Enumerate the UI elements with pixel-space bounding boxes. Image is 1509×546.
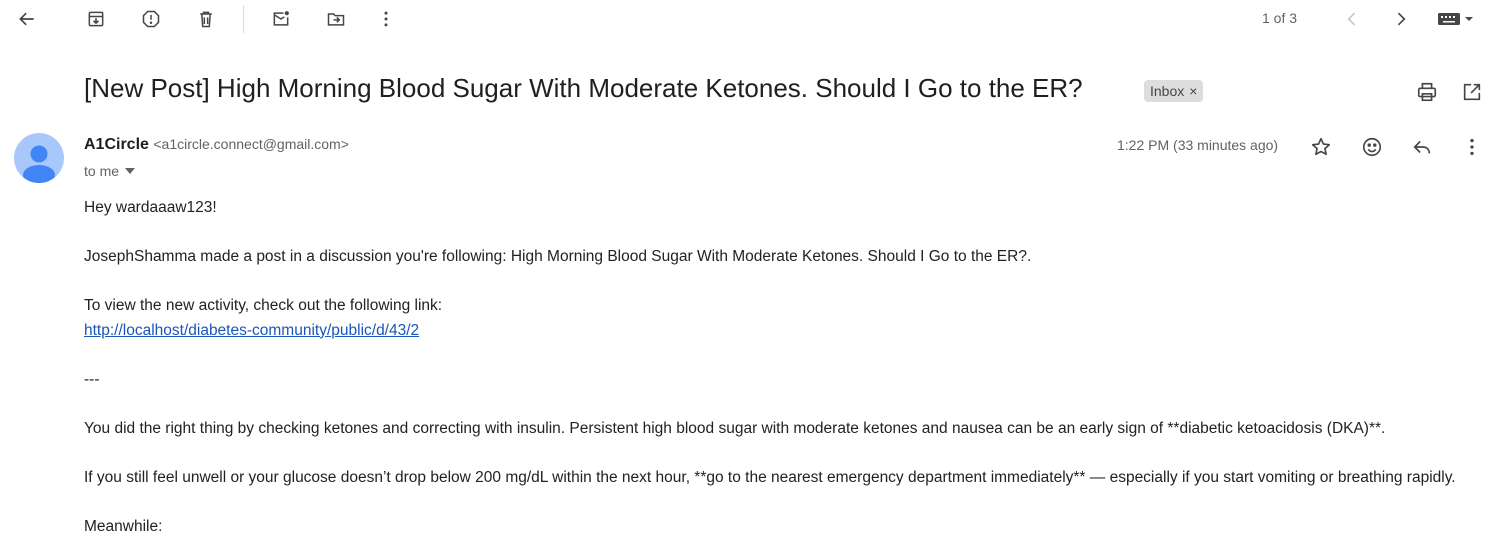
pager-count: 1 of 3 bbox=[1262, 10, 1298, 26]
emoji-react-icon[interactable] bbox=[1358, 133, 1386, 161]
print-icon[interactable] bbox=[1413, 78, 1441, 106]
back-arrow-icon[interactable] bbox=[12, 4, 42, 34]
intro-text: JosephShamma made a post in a discussion… bbox=[84, 248, 1032, 265]
email-subject: [New Post] High Morning Blood Sugar With… bbox=[84, 73, 1083, 103]
body-paragraph-2: If you still feel unwell or your glucose… bbox=[84, 468, 1456, 486]
open-in-new-window-icon[interactable] bbox=[1458, 78, 1486, 106]
sender-avatar[interactable] bbox=[14, 133, 64, 183]
greeting: Hey wardaaaw123! bbox=[84, 199, 217, 216]
email-body: Hey wardaaaw123! JosephShamma made a pos… bbox=[84, 196, 1484, 539]
label-chip-inbox[interactable]: Inbox × bbox=[1144, 80, 1204, 102]
chevron-right-icon[interactable] bbox=[1386, 4, 1416, 34]
label-chip-name: Inbox bbox=[1150, 83, 1185, 99]
keyboard-icon[interactable] bbox=[1432, 4, 1480, 34]
star-icon[interactable] bbox=[1307, 133, 1335, 161]
sender-line: A1Circle <a1circle.connect@gmail.com> bbox=[84, 136, 349, 154]
sender-email: <a1circle.connect@gmail.com> bbox=[153, 136, 349, 152]
report-spam-icon[interactable] bbox=[136, 4, 166, 34]
sender-name[interactable]: A1Circle bbox=[84, 136, 149, 153]
body-paragraph-1: You did the right thing by checking keto… bbox=[84, 419, 1386, 437]
view-activity-text: To view the new activity, check out the … bbox=[84, 297, 443, 314]
more-options-icon[interactable] bbox=[1458, 133, 1486, 161]
body-paragraph-3: Meanwhile: bbox=[84, 517, 163, 535]
chevron-left-icon[interactable] bbox=[1337, 4, 1367, 34]
move-to-icon[interactable] bbox=[321, 4, 351, 34]
caret-down-icon bbox=[125, 168, 136, 174]
mark-unread-icon[interactable] bbox=[266, 4, 296, 34]
remove-label-icon[interactable]: × bbox=[1189, 83, 1197, 99]
recipient-label: to me bbox=[84, 163, 120, 179]
toolbar-divider bbox=[243, 5, 244, 33]
separator-text: --- bbox=[84, 370, 100, 388]
email-timestamp: 1:22 PM (33 minutes ago) bbox=[1117, 137, 1279, 153]
recipient-toggle[interactable]: to me bbox=[84, 163, 136, 179]
discussion-link[interactable]: http://localhost/diabetes-community/publ… bbox=[84, 322, 419, 339]
delete-icon[interactable] bbox=[191, 4, 221, 34]
reply-icon[interactable] bbox=[1408, 133, 1436, 161]
toolbar: 1 of 3 bbox=[0, 0, 1509, 40]
more-vert-icon[interactable] bbox=[371, 4, 401, 34]
archive-icon[interactable] bbox=[81, 4, 111, 34]
